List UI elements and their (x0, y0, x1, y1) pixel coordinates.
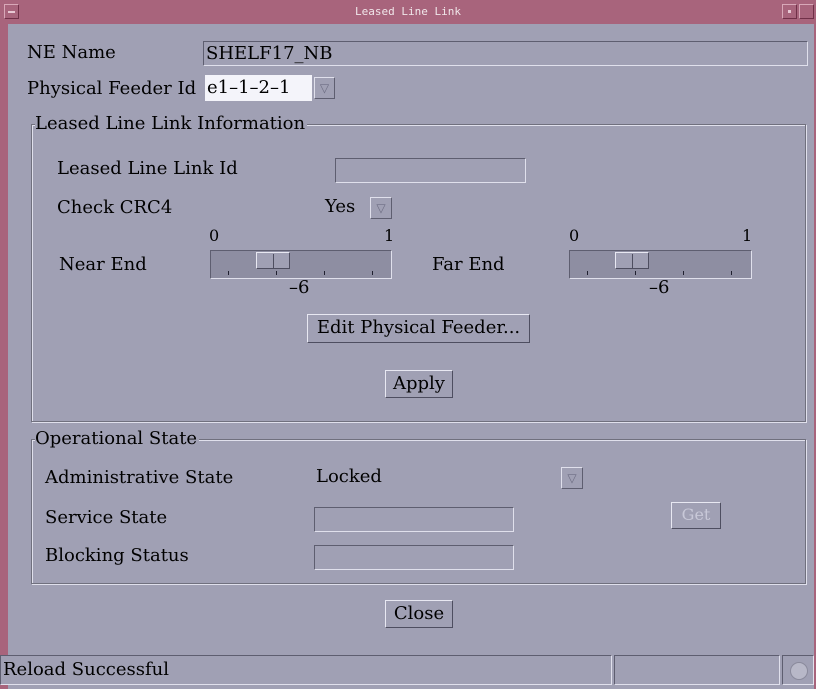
status-indicator-area (782, 655, 814, 685)
near-end-value: –6 (289, 277, 310, 298)
leased-line-link-id-field[interactable] (335, 158, 526, 183)
near-end-max-label: 1 (384, 226, 395, 245)
close-button[interactable]: Close (385, 600, 453, 628)
check-crc4-value: Yes (325, 196, 356, 217)
blocking-status-field (314, 545, 514, 570)
service-state-label: Service State (45, 507, 168, 528)
far-end-max-label: 1 (742, 226, 753, 245)
ne-name-label: NE Name (27, 42, 116, 63)
maximize-icon[interactable] (799, 4, 814, 19)
window-title: Leased Line Link (355, 5, 461, 18)
near-end-slider-thumb[interactable] (255, 252, 290, 269)
physical-feeder-id-label: Physical Feeder Id (27, 78, 197, 99)
window-frame-left (0, 24, 8, 689)
combo-arrow-icon[interactable]: ▽ (561, 467, 583, 489)
near-end-min-label: 0 (209, 226, 220, 245)
near-end-slider[interactable] (210, 250, 392, 279)
leased-line-link-id-label: Leased Line Link Id (57, 158, 238, 179)
get-button[interactable]: Get (671, 502, 721, 529)
status-message-area: Reload Successful (0, 655, 612, 685)
far-end-slider-thumb[interactable] (614, 252, 649, 269)
operational-state-title: Operational State (35, 428, 200, 450)
far-end-label: Far End (432, 254, 505, 275)
near-end-label: Near End (59, 254, 147, 275)
ne-name-field: SHELF17_NB (203, 41, 808, 66)
administrative-state-combo[interactable]: Locked ▽ (313, 465, 583, 491)
far-end-min-label: 0 (569, 226, 580, 245)
administrative-state-value: Locked (316, 466, 382, 487)
check-crc4-combo[interactable]: Yes ▽ (322, 195, 394, 221)
ne-name-value: SHELF17_NB (206, 43, 333, 64)
minimize-icon[interactable] (782, 4, 797, 19)
administrative-state-label: Administrative State (45, 467, 234, 488)
leased-line-link-info-title: Leased Line Link Information (35, 113, 308, 135)
blocking-status-label: Blocking Status (45, 545, 189, 566)
status-message: Reload Successful (3, 659, 169, 680)
edit-physical-feeder-button[interactable]: Edit Physical Feeder... (307, 314, 530, 343)
check-crc4-label: Check CRC4 (57, 197, 173, 218)
service-state-field (314, 507, 514, 532)
apply-button[interactable]: Apply (385, 370, 453, 398)
far-end-value: –6 (649, 277, 670, 298)
combo-arrow-icon[interactable]: ▽ (370, 197, 392, 219)
leased-line-link-window: Leased Line Link NE Name SHELF17_NB Phys… (0, 0, 816, 689)
physical-feeder-id-value: e1–1–2–1 (207, 77, 291, 98)
status-secondary-area (614, 655, 780, 685)
far-end-slider[interactable] (569, 250, 752, 279)
physical-feeder-id-combo[interactable]: e1–1–2–1 ▽ (205, 75, 335, 101)
combo-arrow-icon[interactable]: ▽ (314, 77, 335, 99)
busy-indicator-icon (790, 662, 808, 680)
